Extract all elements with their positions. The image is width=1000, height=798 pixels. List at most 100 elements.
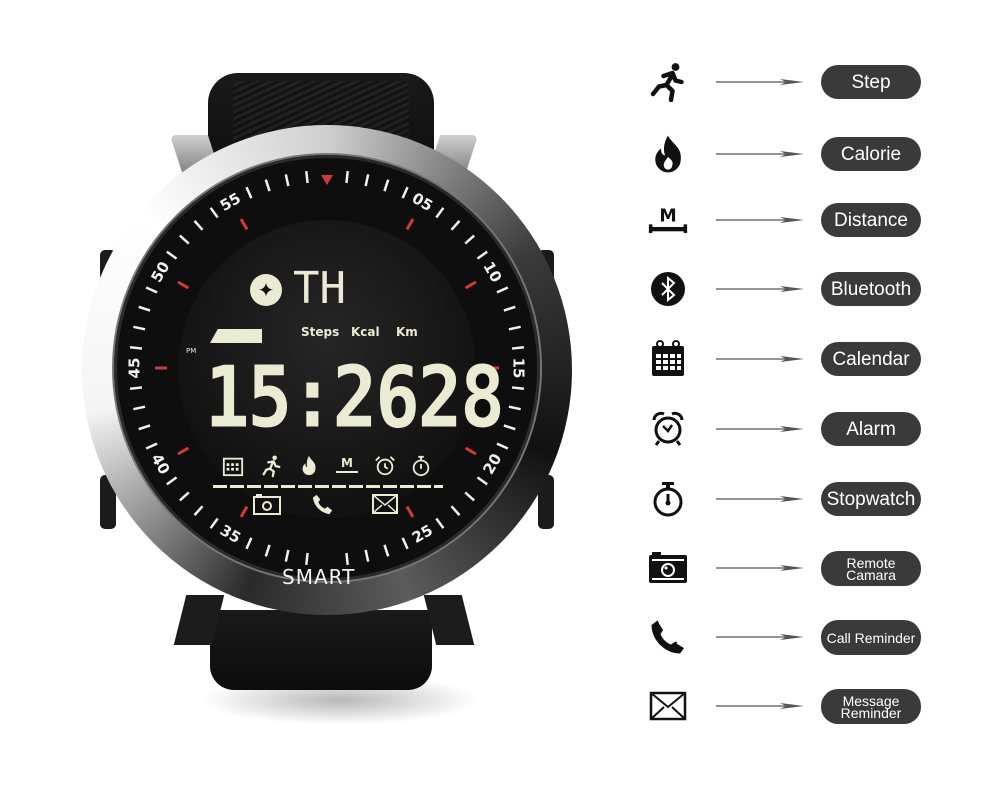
bezel-tick <box>345 552 349 566</box>
feature-list: Step Calorie M Distance Bluetooth Calendar Ala… <box>640 0 960 798</box>
bezel-red-marker <box>464 446 477 456</box>
lcd-progress-dashes <box>213 485 443 488</box>
bezel-tick <box>138 305 151 312</box>
bezel-red-marker <box>464 280 477 290</box>
bezel-tick <box>179 491 190 502</box>
phone-icon <box>648 617 688 657</box>
bezel-number: 45 <box>125 357 144 379</box>
bezel-tick <box>138 424 151 431</box>
bezel-number: 15 <box>509 357 528 379</box>
arrow-icon <box>716 496 804 502</box>
bezel-tick <box>503 424 516 431</box>
lcd-unit-km: Km <box>396 325 418 339</box>
lcd-stopwatch-icon <box>408 453 434 479</box>
bezel-tick <box>345 170 349 184</box>
feature-row: Step <box>640 62 940 102</box>
lcd-envelope-icon <box>370 492 400 516</box>
arrow-icon <box>716 151 804 157</box>
bezel-red-marker <box>239 218 249 231</box>
feature-label: Calorie <box>821 137 921 171</box>
feature-label: Remote Camara <box>821 551 921 586</box>
bezel-tick <box>450 505 461 516</box>
bezel-tick <box>145 286 158 294</box>
bezel-tick <box>464 234 475 245</box>
feature-row: M Distance <box>640 200 940 240</box>
bezel-tick <box>166 250 178 260</box>
bezel-tick <box>305 170 309 184</box>
lcd-unit-steps: Steps <box>301 325 340 339</box>
bezel-tick <box>476 250 488 260</box>
alarm-icon <box>648 409 688 449</box>
feature-row: Stopwatch <box>640 479 940 519</box>
feature-row: Calendar <box>640 339 940 379</box>
bezel-tick <box>511 386 525 390</box>
stopwatch-icon <box>648 479 688 519</box>
feature-label: Stopwatch <box>821 482 921 516</box>
feature-label: Call Reminder <box>821 620 921 655</box>
lcd-phone-icon <box>308 492 338 516</box>
svg-text:M: M <box>659 207 676 227</box>
lcd-alarm-flag <box>210 329 262 343</box>
camera-icon <box>648 548 688 588</box>
arrow-icon <box>716 634 804 640</box>
feature-row: Message Reminder <box>640 686 940 726</box>
feature-label: Step <box>821 65 921 99</box>
bezel-tick <box>145 442 158 450</box>
bezel-tick <box>133 405 146 411</box>
lcd-distance-icon: M <box>334 453 360 479</box>
feature-row: Calorie <box>640 134 940 174</box>
bezel-tick <box>264 179 271 192</box>
bezel-tick <box>129 386 143 390</box>
bezel-tick <box>264 544 271 557</box>
bezel-marker <box>321 175 333 185</box>
arrow-icon <box>716 426 804 432</box>
brand-label: SMART <box>282 565 356 589</box>
bezel-red-marker <box>405 505 415 518</box>
lcd-runner-icon <box>258 453 284 479</box>
bezel-tick <box>129 346 143 350</box>
bezel-tick <box>383 179 390 192</box>
bezel-tick <box>464 491 475 502</box>
lcd-flame-icon <box>296 453 322 479</box>
smartwatch-product-image: 05 10 15 20 25 35 40 45 50 55 ✦ TH Steps Kcal Km … <box>70 55 600 755</box>
bezel-tick <box>503 305 516 312</box>
svg-text:M: M <box>341 456 353 470</box>
bezel-tick <box>179 234 190 245</box>
bluetooth-icon <box>648 269 688 309</box>
lcd-calendar-icon <box>220 453 246 479</box>
bezel-tick <box>476 476 488 486</box>
lcd-camera-icon <box>252 492 282 516</box>
bezel-tick <box>166 476 178 486</box>
bezel-tick <box>450 220 461 231</box>
bezel-tick <box>383 544 390 557</box>
bezel-tick <box>245 537 253 550</box>
bezel-tick <box>508 325 521 331</box>
bezel-tick <box>364 174 370 187</box>
bezel-tick <box>435 517 445 529</box>
arrow-icon <box>716 217 804 223</box>
bezel-tick <box>401 186 409 199</box>
bezel-red-marker <box>239 505 249 518</box>
arrow-icon <box>716 565 804 571</box>
lcd-bluetooth-icon: ✦ <box>250 274 282 306</box>
bezel-tick <box>496 286 509 294</box>
arrow-icon <box>716 286 804 292</box>
bezel-red-marker <box>177 280 190 290</box>
lcd-unit-kcal: Kcal <box>351 325 380 339</box>
feature-row: Call Reminder <box>640 617 940 657</box>
runner-icon <box>648 62 688 102</box>
bezel-tick <box>193 505 204 516</box>
bezel-red-marker <box>177 446 190 456</box>
flame-icon <box>648 134 688 174</box>
bezel-tick <box>284 549 290 562</box>
feature-label: Message Reminder <box>821 689 921 724</box>
feature-row: Remote Camara <box>640 548 940 588</box>
bezel-tick <box>401 537 409 550</box>
feature-label: Calendar <box>821 342 921 376</box>
feature-row: Bluetooth <box>640 269 940 309</box>
bezel-tick <box>209 517 219 529</box>
lcd-time: 15:2628 <box>205 348 505 447</box>
bezel-tick <box>193 220 204 231</box>
calendar-icon <box>648 339 688 379</box>
bezel-tick <box>245 186 253 199</box>
